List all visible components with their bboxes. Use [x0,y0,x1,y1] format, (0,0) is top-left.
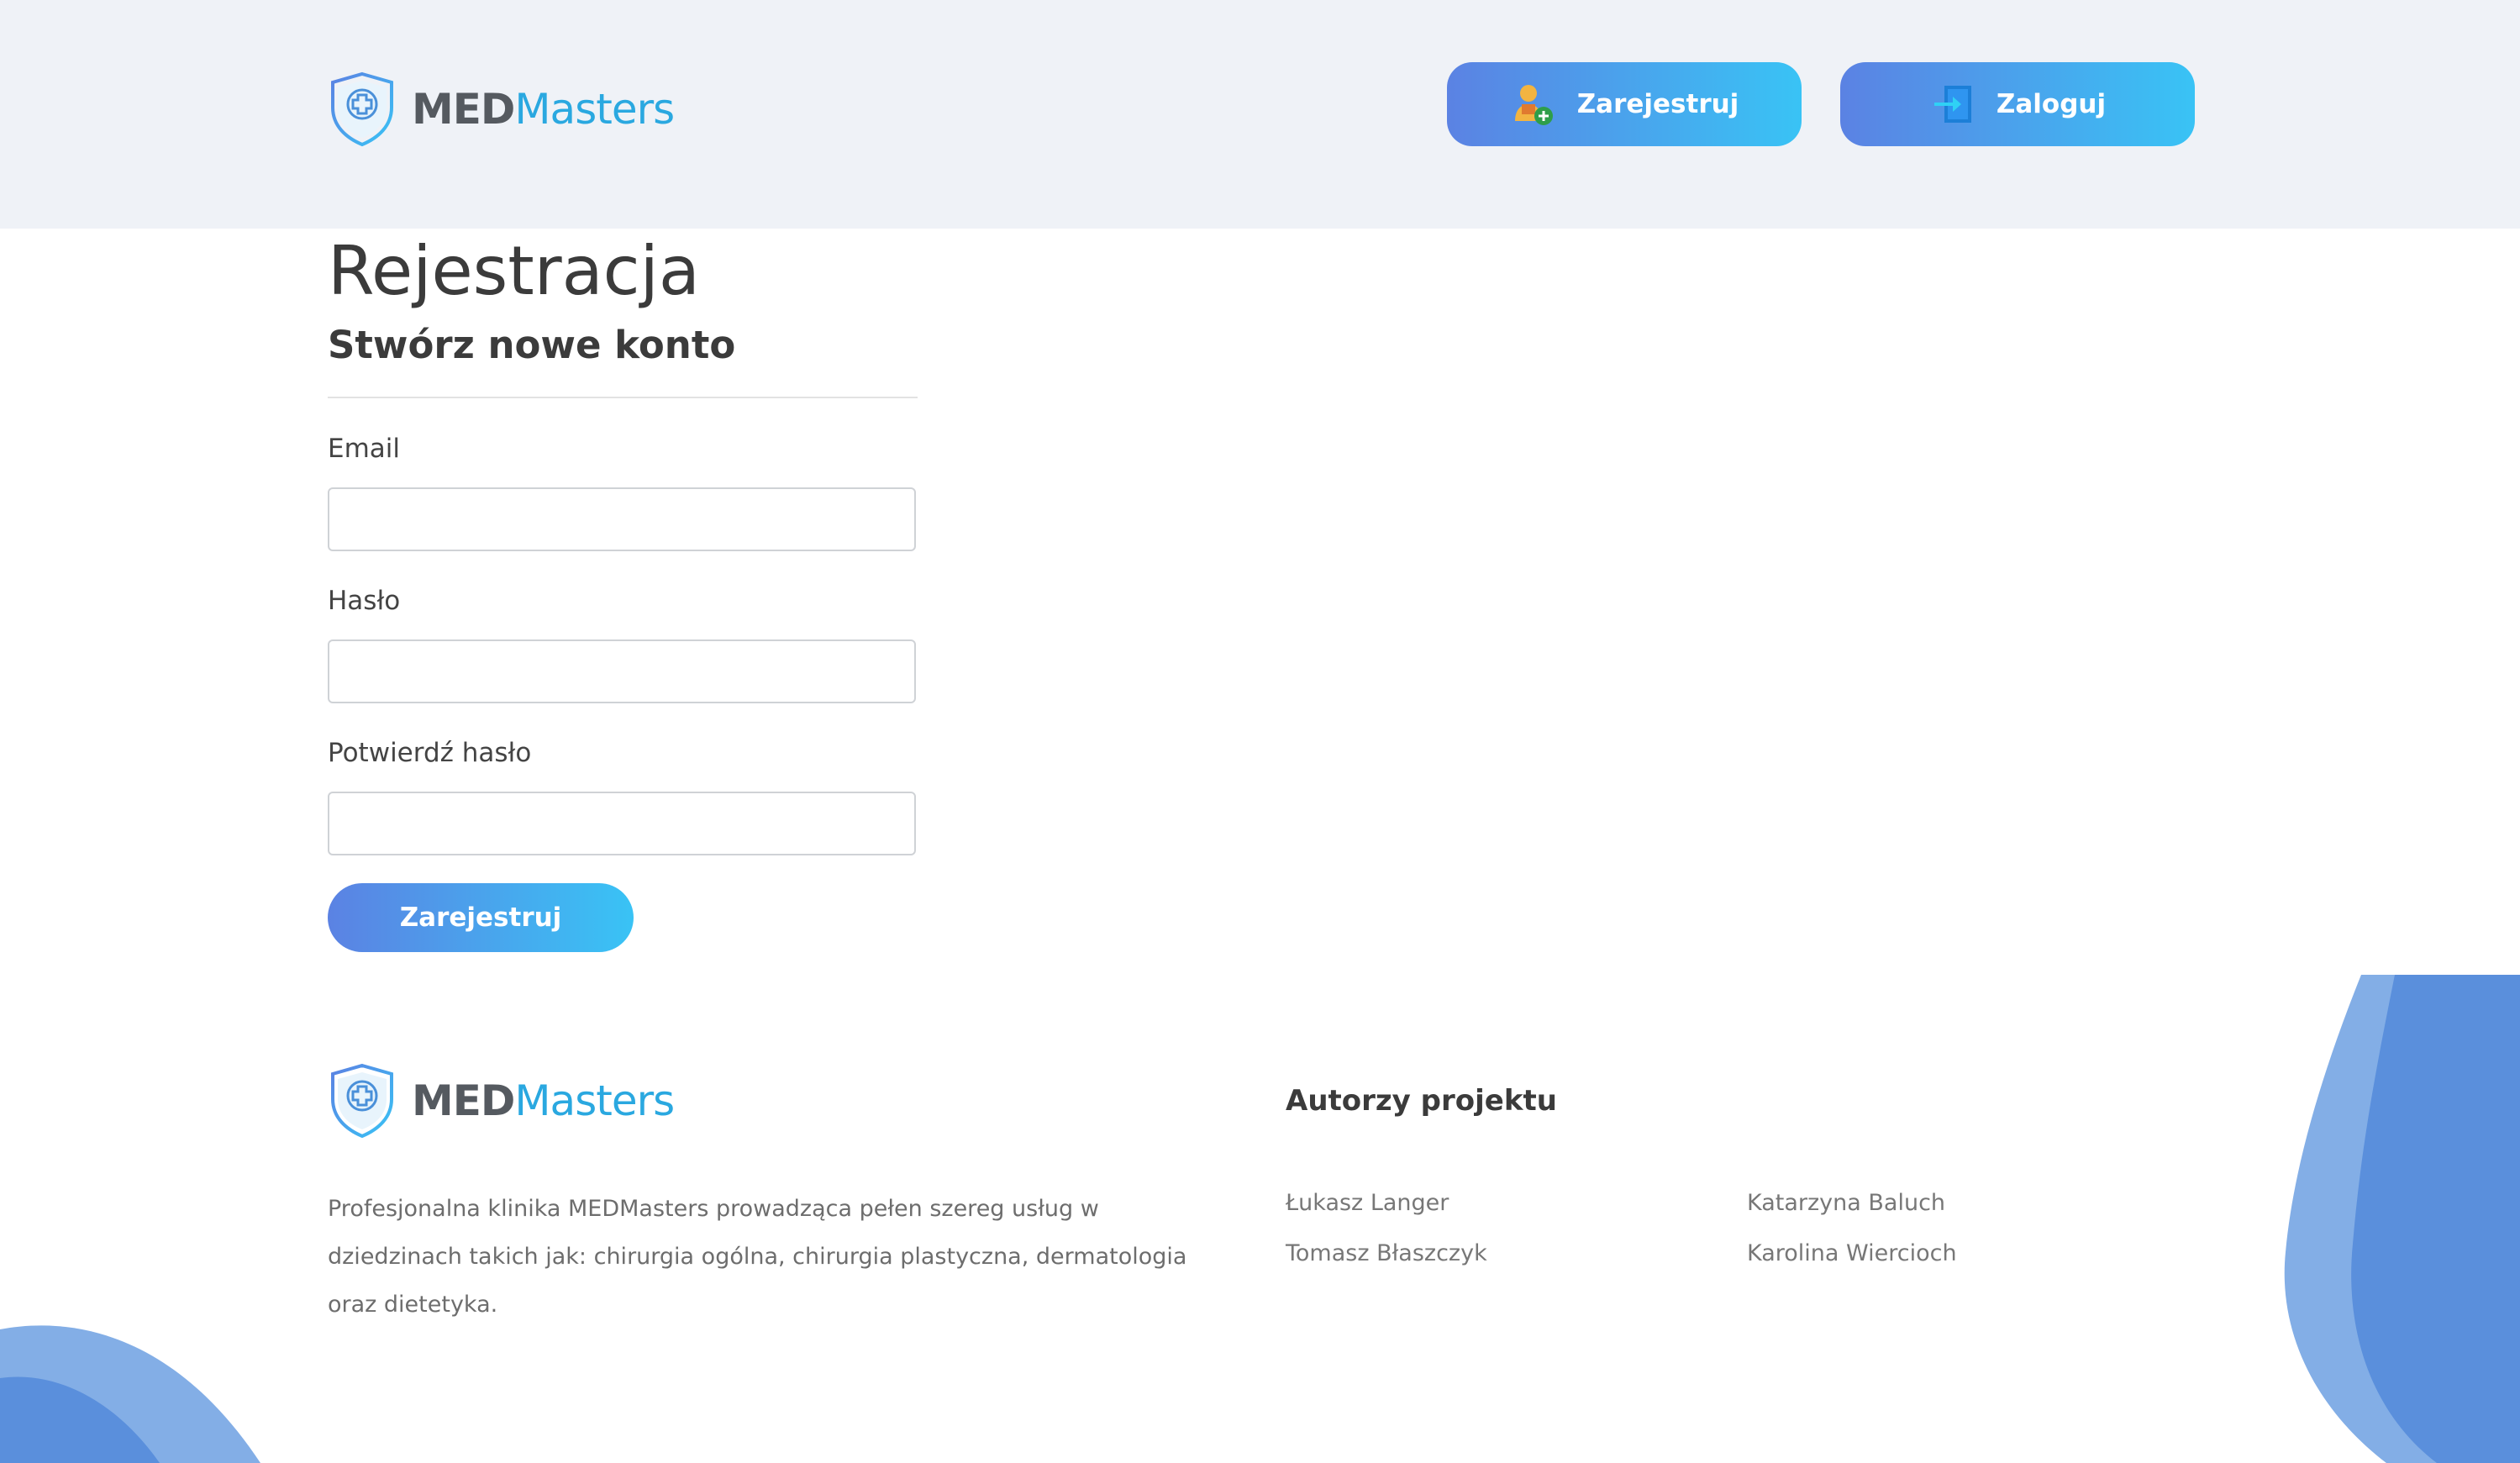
divider [328,397,918,398]
footer-description: Profesjonalna klinika MEDMasters prowadz… [328,1196,1187,1318]
password-field[interactable] [328,639,916,703]
register-submit-button[interactable]: Zarejestruj [328,883,634,952]
page: MEDMasters Zarejestruj Zaloguj Rejestrac… [0,0,2520,1463]
author-name: Łukasz Langer [1286,1190,1449,1216]
header-register-button[interactable]: Zarejestruj [1447,62,1802,146]
logo-text: MEDMasters [412,85,675,134]
logo-text: MEDMasters [412,1076,675,1125]
header-logo[interactable]: MEDMasters [328,71,675,148]
confirm-password-label: Potwierdź hasło [328,738,532,768]
page-subtitle: Stwórz nowe konto [328,323,736,367]
page-title: Rejestracja [328,232,700,310]
header: MEDMasters Zarejestruj Zaloguj [0,0,2520,229]
shield-cross-icon [331,71,393,147]
logo-text-masters: Masters [514,85,675,134]
header-login-button[interactable]: Zaloguj [1840,62,2195,146]
add-user-icon [1514,85,1553,125]
password-label: Hasło [328,586,401,616]
decorative-blob-left [0,1325,260,1463]
login-icon [1933,86,1971,123]
footer-logo[interactable]: MEDMasters [328,1062,675,1139]
logo-text-med: MED [412,1076,515,1125]
confirm-password-field[interactable] [328,792,916,855]
logo-text-masters: Masters [514,1076,675,1125]
email-field[interactable] [328,487,916,551]
decorative-blob-right [2284,975,2520,1463]
author-name: Tomasz Błaszczyk [1286,1240,1487,1266]
header-register-label: Zarejestruj [1576,89,1739,119]
shield-cross-icon [331,1063,393,1139]
header-login-label: Zaloguj [1996,89,2107,119]
logo-text-med: MED [412,85,515,134]
email-label: Email [328,434,401,464]
authors-title: Autorzy projektu [1286,1084,1557,1118]
author-name: Katarzyna Baluch [1747,1190,1946,1216]
author-name: Karolina Wiercioch [1747,1240,1957,1266]
